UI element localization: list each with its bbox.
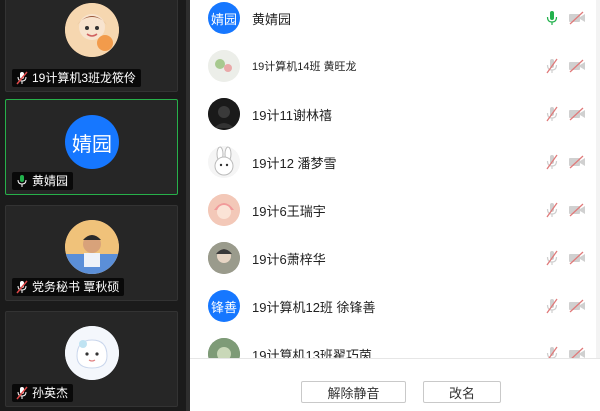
avatar (208, 146, 240, 178)
member-row[interactable]: 19计12 潘梦雪 (190, 138, 600, 186)
member-row[interactable]: 锋善 19计算机12班 徐锋善 (190, 282, 600, 330)
mic-active-icon (16, 174, 28, 188)
member-row[interactable]: 19计算机14班 黄旺龙 (190, 42, 600, 90)
unmute-button[interactable]: 解除静音 (301, 381, 406, 403)
mic-muted-icon[interactable] (545, 202, 559, 218)
mic-muted-icon[interactable] (545, 154, 559, 170)
avatar (208, 50, 240, 82)
tile-name: 19计算机3班龙筱伶 (32, 71, 137, 85)
member-row[interactable]: 19计6王瑞宇 (190, 186, 600, 234)
action-bar: 解除静音 改名 (190, 358, 600, 411)
tile-name-label: 孙英杰 (12, 384, 74, 402)
mic-muted-icon (16, 280, 28, 294)
avatar (208, 338, 240, 358)
camera-off-icon[interactable] (568, 203, 586, 217)
camera-off-icon[interactable] (568, 107, 586, 121)
avatar: 婧园 (65, 115, 119, 169)
avatar (65, 3, 119, 57)
member-row[interactable]: 19计11谢林禧 (190, 90, 600, 138)
tile-name-label: 19计算机3班龙筱伶 (12, 69, 142, 87)
video-tile[interactable]: 19计算机3班龙筱伶 (5, 0, 178, 92)
member-name: 19计算机12班 徐锋善 (252, 299, 376, 315)
member-row[interactable]: 19计6萧梓华 (190, 234, 600, 282)
avatar (208, 242, 240, 274)
mic-muted-icon[interactable] (545, 106, 559, 122)
avatar-text: 婧园 (210, 11, 237, 27)
member-row[interactable]: 19计算机13班翟巧茵 (190, 330, 600, 358)
tile-name: 黄婧园 (32, 174, 69, 188)
avatar (65, 326, 119, 380)
member-name: 黄婧园 (252, 11, 292, 27)
member-name: 19计11谢林禧 (252, 107, 332, 123)
camera-off-icon[interactable] (568, 251, 586, 265)
member-name: 19计12 潘梦雪 (252, 155, 337, 171)
mic-muted-icon[interactable] (545, 346, 559, 358)
video-tile[interactable]: 孙英杰 (5, 311, 178, 407)
member-name: 19计算机14班 黄旺龙 (252, 61, 357, 73)
tile-name-label: 党务秘书 覃秋硕 (12, 278, 125, 296)
member-name: 19计6王瑞宇 (252, 203, 326, 219)
mic-muted-icon (16, 386, 28, 400)
camera-off-icon[interactable] (568, 299, 586, 313)
camera-off-icon[interactable] (568, 155, 586, 169)
member-name: 19计算机13班翟巧茵 (252, 347, 372, 359)
member-row[interactable]: 婧园 黄婧园 (190, 0, 600, 42)
mic-muted-icon (16, 71, 28, 85)
member-list: 婧园 黄婧园 19计算机14班 黄旺龙 19计11谢林禧 19计12 潘梦雪 1… (190, 0, 600, 358)
avatar (65, 220, 119, 274)
avatar: 婧园 (208, 2, 240, 34)
camera-off-icon[interactable] (568, 59, 586, 73)
mic-muted-icon[interactable] (545, 250, 559, 266)
member-panel: 婧园 黄婧园 19计算机14班 黄旺龙 19计11谢林禧 19计12 潘梦雪 1… (190, 0, 600, 411)
tile-name-label: 黄婧园 (12, 172, 74, 190)
mic-muted-icon[interactable] (545, 58, 559, 74)
avatar-text: 锋善 (210, 299, 237, 315)
avatar-text: 婧园 (72, 133, 112, 156)
video-tile-active[interactable]: 婧园 黄婧园 (5, 99, 178, 195)
tile-name: 党务秘书 覃秋硕 (32, 280, 120, 294)
mic-muted-icon[interactable] (545, 298, 559, 314)
tile-name: 孙英杰 (32, 386, 69, 400)
video-tile[interactable]: 党务秘书 覃秋硕 (5, 205, 178, 301)
video-grid: 19计算机3班龙筱伶 婧园 黄婧园 党务秘书 覃秋硕 孙英杰 (0, 0, 186, 411)
avatar (208, 98, 240, 130)
avatar: 锋善 (208, 290, 240, 322)
member-name: 19计6萧梓华 (252, 251, 326, 267)
camera-off-icon[interactable] (568, 11, 586, 25)
rename-button[interactable]: 改名 (423, 381, 501, 403)
mic-active-icon[interactable] (545, 10, 559, 26)
avatar (208, 194, 240, 226)
scrollbar[interactable] (596, 0, 600, 358)
camera-off-icon[interactable] (568, 347, 586, 358)
